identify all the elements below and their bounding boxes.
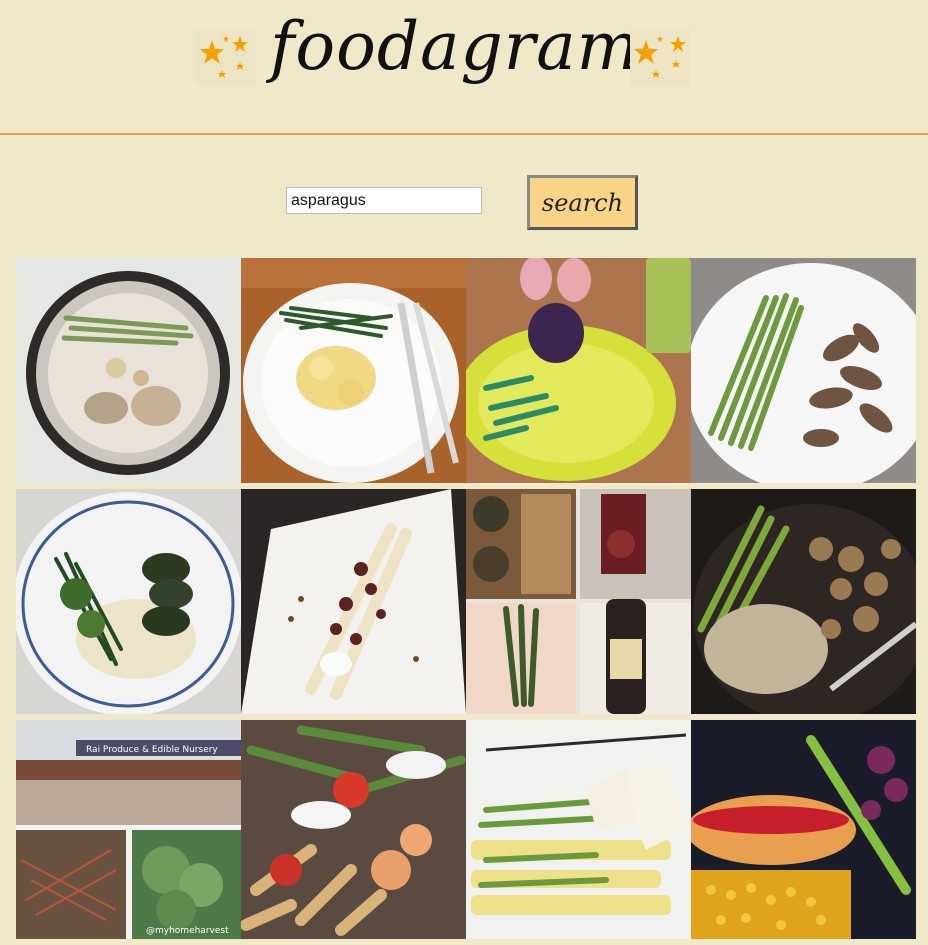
produce-nursery-collage-photo: Rai Produce & Edible Nursery @myhomeharv… [16, 720, 241, 939]
site-header: foodagram [0, 0, 928, 135]
result-photo[interactable] [466, 258, 691, 483]
asparagus-chicken-rice-photo [691, 489, 916, 714]
result-photo[interactable] [691, 720, 916, 945]
hotdog-corn-asparagus-photo [691, 720, 916, 939]
search-button[interactable]: search [527, 175, 638, 230]
result-photo[interactable] [691, 489, 916, 714]
asparagus-wine-collage-photo [466, 489, 691, 714]
asparagus-beef-strips-photo [691, 258, 916, 483]
nursery-sign-text: Rai Produce & Edible Nursery [86, 745, 218, 755]
result-photo[interactable] [16, 489, 241, 714]
stars-icon [196, 30, 256, 86]
results-grid: Rai Produce & Edible Nursery @myhomeharv… [16, 258, 916, 939]
result-photo[interactable] [241, 720, 466, 945]
green-beans-scrambled-eggs-photo [241, 258, 466, 483]
penne-shrimp-asparagus-photo [241, 720, 466, 939]
eggs-asparagus-yellow-plate-photo [466, 258, 691, 483]
result-photo[interactable]: Rai Produce & Edible Nursery @myhomeharv… [16, 720, 241, 945]
green-beans-meatballs-mash-photo [16, 489, 241, 714]
result-photo[interactable] [466, 489, 691, 714]
white-asparagus-plated-photo [241, 489, 466, 714]
result-photo[interactable] [241, 489, 466, 714]
result-photo[interactable] [241, 258, 466, 483]
asparagus-noodle-bowl-photo [16, 258, 241, 483]
stars-icon [630, 30, 690, 86]
result-photo[interactable] [16, 258, 241, 483]
asparagus-shaved-cheese-photo [466, 720, 691, 939]
result-photo[interactable] [691, 258, 916, 483]
logo[interactable]: foodagram [270, 8, 639, 85]
watermark-text: @myhomeharvest [146, 926, 229, 936]
search-input[interactable] [286, 187, 482, 214]
result-photo[interactable] [466, 720, 691, 945]
